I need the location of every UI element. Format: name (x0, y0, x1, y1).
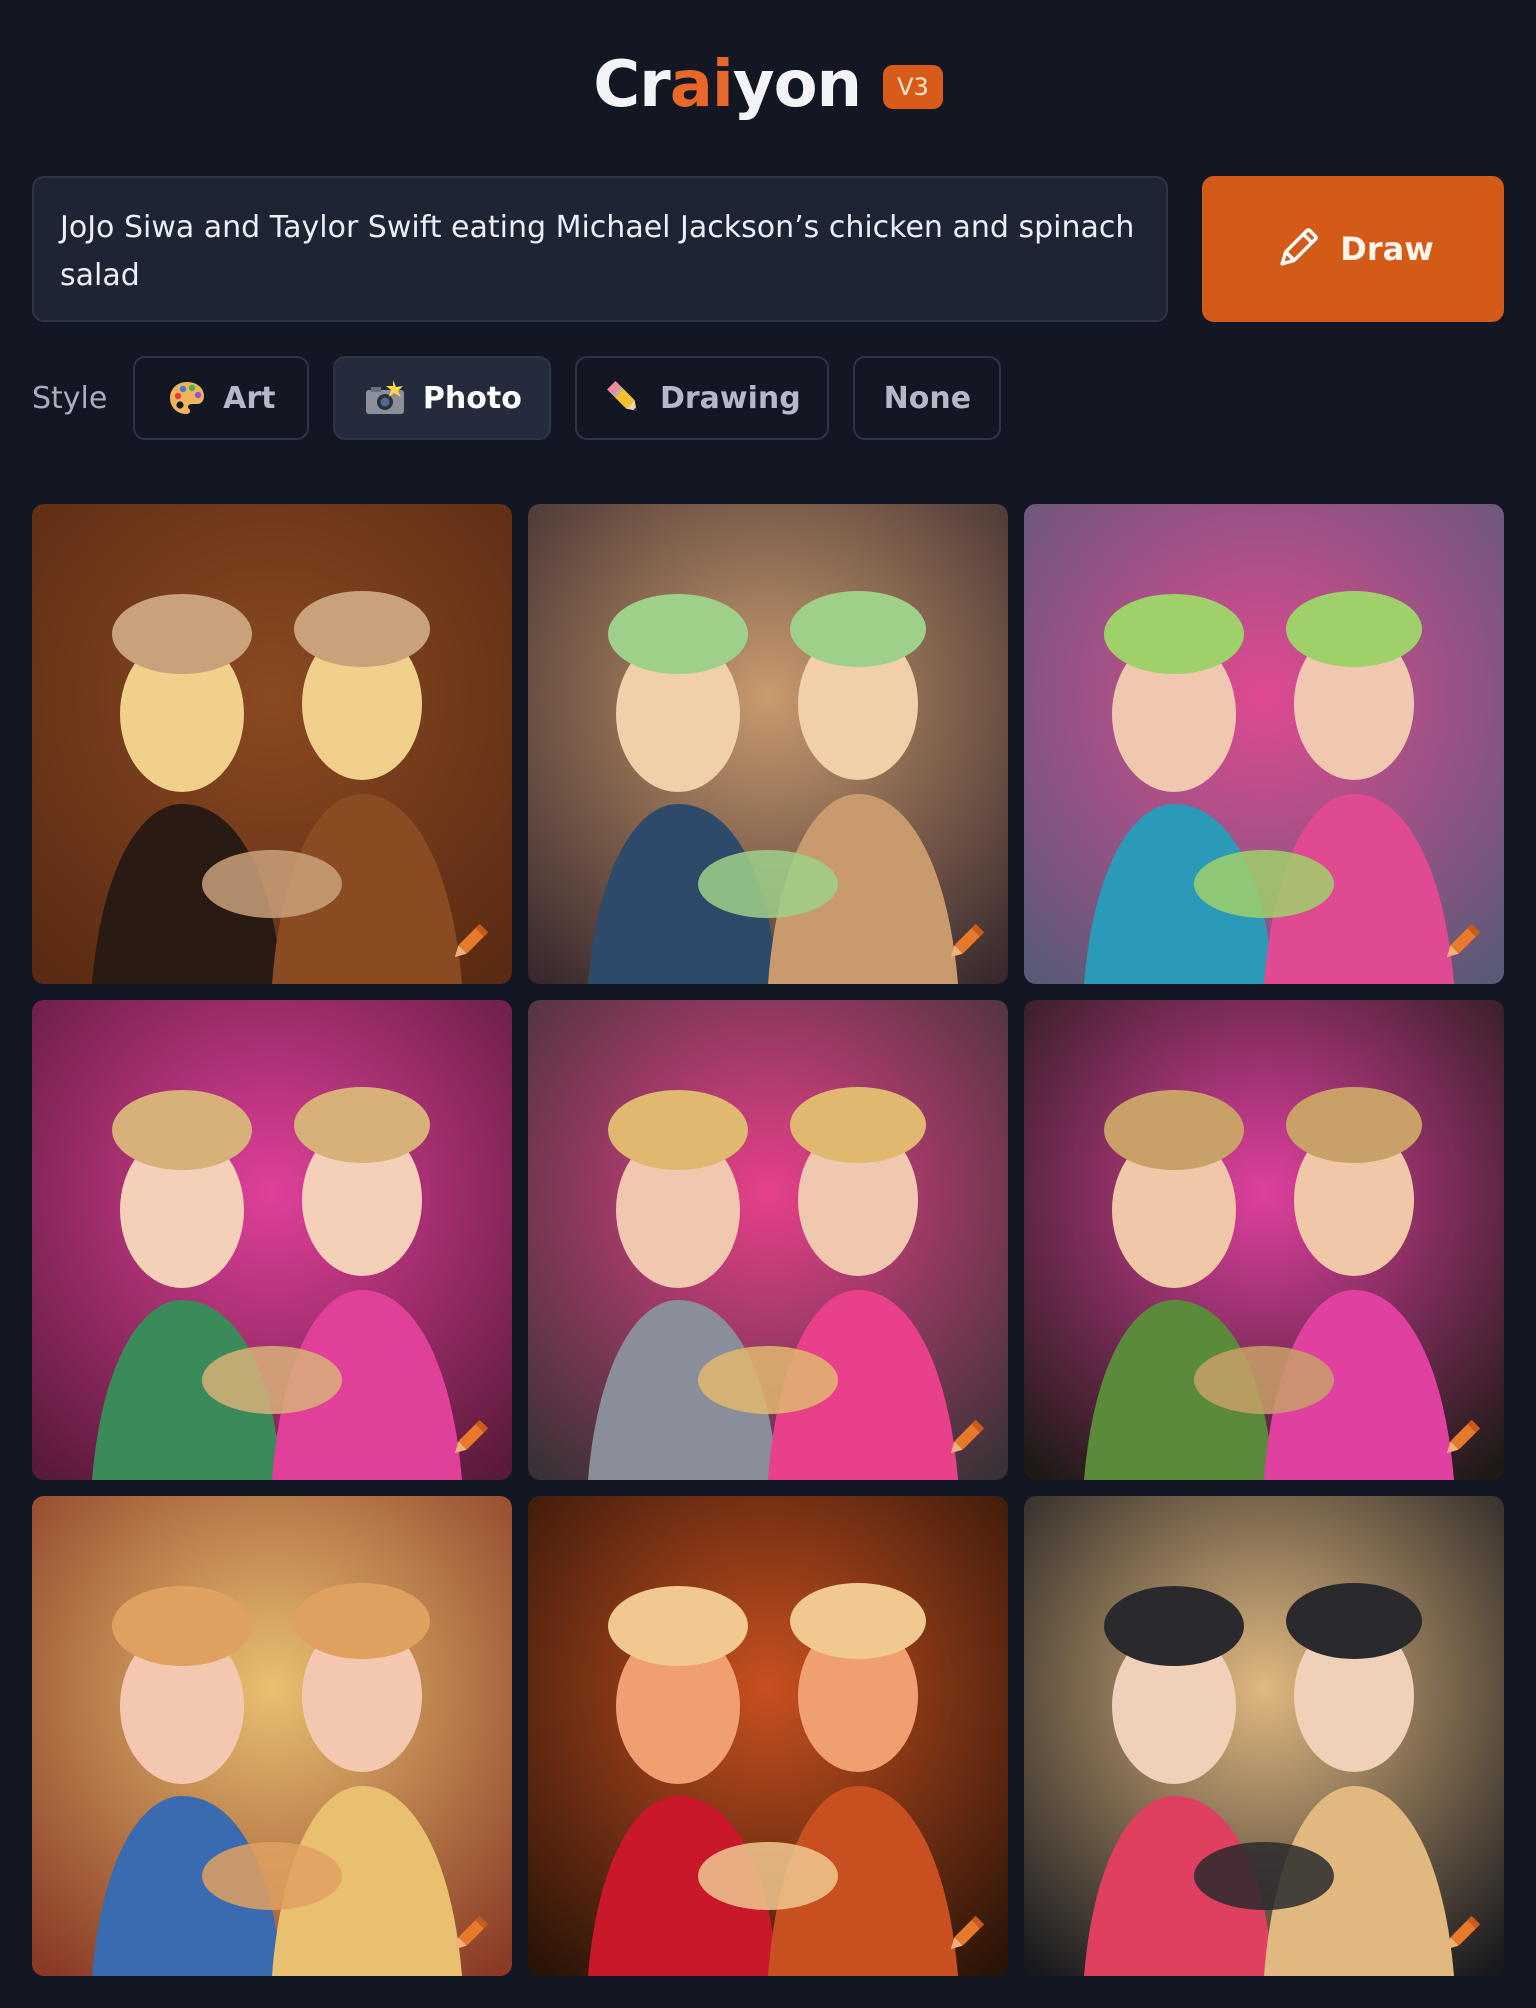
style-option-art-label: Art (223, 380, 276, 416)
generated-image (528, 1000, 1008, 1480)
generated-image (1024, 1000, 1504, 1480)
draw-button[interactable]: Draw (1202, 176, 1504, 322)
style-option-drawing[interactable]: Drawing (575, 356, 830, 440)
pencil-icon (1272, 224, 1322, 274)
generated-image (1024, 1496, 1504, 1976)
palette-icon (167, 378, 207, 418)
generated-image (528, 1496, 1008, 1976)
craiyon-page: Craiyon V3 JoJo Siwa and Taylor Swift ea… (0, 0, 1536, 2008)
style-option-none[interactable]: None (853, 356, 1002, 440)
style-option-photo[interactable]: Photo (333, 356, 552, 440)
edit-pencil-icon[interactable] (942, 920, 988, 966)
gallery-image-tile[interactable] (32, 504, 512, 984)
edit-pencil-icon[interactable] (1438, 1416, 1484, 1462)
logo-part-ai: ai (669, 48, 734, 122)
gallery-image-tile[interactable] (528, 1000, 1008, 1480)
gallery-image-tile[interactable] (528, 504, 1008, 984)
version-badge: V3 (883, 65, 943, 109)
style-option-none-label: None (883, 380, 972, 416)
gallery-image-tile[interactable] (528, 1496, 1008, 1976)
camera-flash-icon (363, 378, 407, 418)
gallery-image-tile[interactable] (1024, 1000, 1504, 1480)
gallery-image-tile[interactable] (1024, 1496, 1504, 1976)
edit-pencil-icon[interactable] (446, 920, 492, 966)
style-selector: Style Art Photo Drawing None (32, 356, 1025, 440)
gallery-image-tile[interactable] (1024, 504, 1504, 984)
logo-wordmark[interactable]: Craiyon (593, 53, 862, 117)
generated-image (1024, 504, 1504, 984)
gallery-image-tile[interactable] (32, 1000, 512, 1480)
logo: Craiyon V3 (0, 40, 1536, 130)
style-label: Style (32, 380, 108, 416)
logo-part-cr: Cr (593, 48, 671, 122)
logo-part-yon: yon (732, 48, 862, 122)
generated-image (32, 504, 512, 984)
generated-image (528, 504, 1008, 984)
edit-pencil-icon[interactable] (1438, 920, 1484, 966)
prompt-input[interactable]: JoJo Siwa and Taylor Swift eating Michae… (32, 176, 1168, 322)
generated-image (32, 1000, 512, 1480)
edit-pencil-icon[interactable] (942, 1912, 988, 1958)
gallery-image-tile[interactable] (32, 1496, 512, 1976)
style-option-art[interactable]: Art (133, 356, 310, 440)
edit-pencil-icon[interactable] (942, 1416, 988, 1462)
image-gallery (32, 504, 1504, 1976)
pencil-emoji-icon (604, 378, 644, 418)
edit-pencil-icon[interactable] (446, 1416, 492, 1462)
style-option-drawing-label: Drawing (659, 380, 801, 416)
edit-pencil-icon[interactable] (1438, 1912, 1484, 1958)
draw-button-label: Draw (1340, 230, 1434, 268)
edit-pencil-icon[interactable] (446, 1912, 492, 1958)
generated-image (32, 1496, 512, 1976)
style-option-photo-label: Photo (422, 380, 522, 416)
